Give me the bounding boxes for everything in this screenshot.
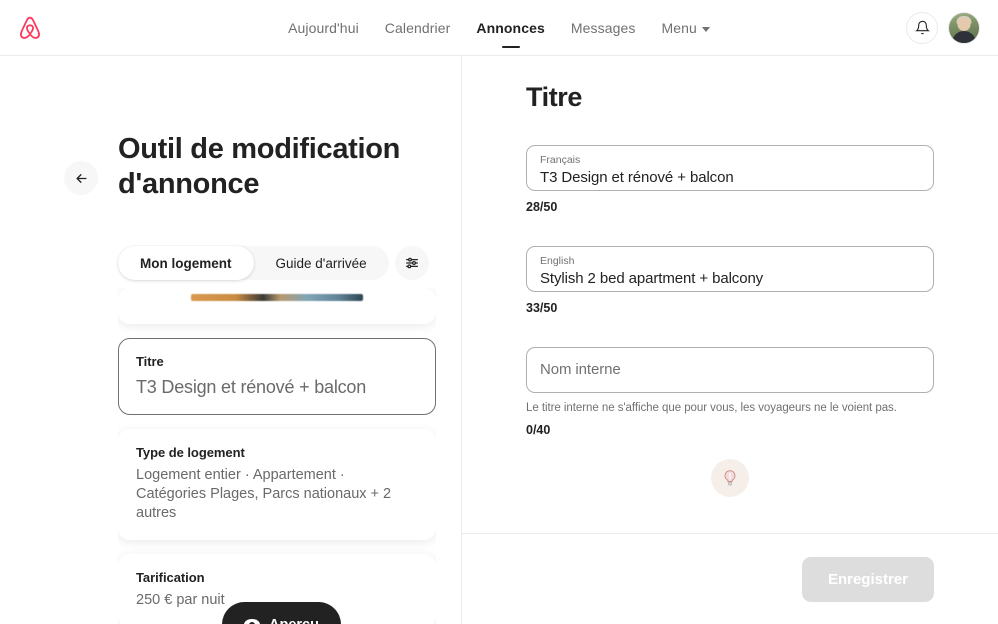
tip-area xyxy=(526,459,934,497)
nav-menu-dropdown[interactable]: Menu xyxy=(661,18,709,38)
top-navigation-bar: Aujourd'hui Calendrier Annonces Messages… xyxy=(0,0,998,56)
internal-name-helper-text: Le titre interne ne s'affiche que pour v… xyxy=(526,402,934,414)
eye-icon xyxy=(244,619,260,624)
nav-link-annonces[interactable]: Annonces xyxy=(476,18,544,38)
page-title: Outil de modification d'annonce xyxy=(118,132,418,203)
section-title: Titre xyxy=(526,82,934,113)
field-value-francais: T3 Design et rénové + balcon xyxy=(540,169,920,186)
avatar-face xyxy=(958,18,971,31)
preview-button-label: Aperçu xyxy=(269,617,319,624)
counter-francais: 28/50 xyxy=(526,200,934,214)
nav-menu-label: Menu xyxy=(661,20,696,36)
counter-english: 33/50 xyxy=(526,301,934,315)
lightbulb-icon xyxy=(711,459,749,497)
card-titre[interactable]: Titre T3 Design et rénové + balcon xyxy=(118,338,436,415)
filter-button[interactable] xyxy=(395,246,429,280)
form-footer: Enregistrer xyxy=(462,533,998,624)
nav-link-calendrier[interactable]: Calendrier xyxy=(385,18,451,38)
segmented-control: Mon logement Guide d'arrivée xyxy=(118,246,389,280)
card-tarification-label: Tarification xyxy=(136,570,418,585)
card-type-label: Type de logement xyxy=(136,445,418,460)
sliders-filter-icon xyxy=(404,255,420,271)
field-value-english: Stylish 2 bed apartment + balcony xyxy=(540,270,920,287)
field-label-english: English xyxy=(540,255,920,268)
card-type-de-logement[interactable]: Type de logement Logement entier · Appar… xyxy=(118,429,436,540)
card-type-value: Logement entier · Appartement · Catégori… xyxy=(136,466,418,523)
arrow-left-icon xyxy=(74,171,89,186)
nav-link-messages[interactable]: Messages xyxy=(571,18,636,38)
photo-thumbnail xyxy=(191,294,363,301)
listing-section-tabs: Mon logement Guide d'arrivée xyxy=(118,246,429,280)
tab-mon-logement[interactable]: Mon logement xyxy=(118,246,254,280)
photos-card[interactable] xyxy=(118,288,436,324)
internal-name-field[interactable]: Nom interne xyxy=(526,347,934,393)
listing-cards-list: Titre T3 Design et rénové + balcon Type … xyxy=(118,288,436,624)
field-label-francais: Français xyxy=(540,154,920,167)
title-field-english[interactable]: English Stylish 2 bed apartment + balcon… xyxy=(526,246,934,292)
nav-link-aujourdhui[interactable]: Aujourd'hui xyxy=(288,18,359,38)
counter-internal-name: 0/40 xyxy=(526,423,934,437)
right-panel: Titre Français T3 Design et rénové + bal… xyxy=(462,56,998,624)
chevron-down-icon xyxy=(702,27,710,32)
tab-guide-darrivee[interactable]: Guide d'arrivée xyxy=(254,246,389,280)
primary-nav-links: Aujourd'hui Calendrier Annonces Messages… xyxy=(0,0,998,56)
card-titre-label: Titre xyxy=(136,354,418,369)
card-titre-value: T3 Design et rénové + balcon xyxy=(136,377,418,398)
preview-button[interactable]: Aperçu xyxy=(222,602,341,624)
title-editor-form: Titre Français T3 Design et rénové + bal… xyxy=(462,56,998,533)
avatar-body xyxy=(952,31,976,44)
save-button[interactable]: Enregistrer xyxy=(802,557,934,602)
field-placeholder-internal-name: Nom interne xyxy=(540,361,920,378)
back-button[interactable] xyxy=(64,161,98,195)
left-panel: Outil de modification d'annonce Mon loge… xyxy=(0,56,462,624)
user-avatar[interactable] xyxy=(948,12,980,44)
editor-stage: Outil de modification d'annonce Mon loge… xyxy=(0,56,998,624)
title-field-francais[interactable]: Français T3 Design et rénové + balcon xyxy=(526,145,934,191)
